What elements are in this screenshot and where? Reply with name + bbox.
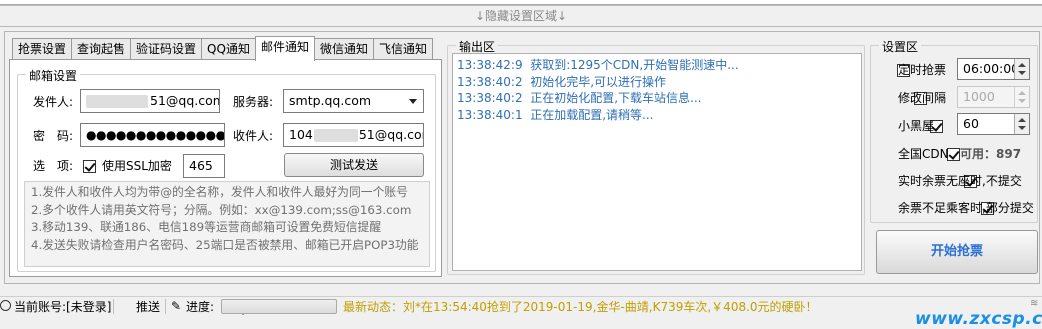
cdn-checkbox[interactable] xyxy=(947,148,961,161)
push-label[interactable]: 推送 xyxy=(136,299,160,315)
sender-label: 发件人: xyxy=(33,95,74,109)
test-send-button[interactable]: 测试发送 xyxy=(284,153,424,177)
signal-icon: ≋ xyxy=(1030,298,1039,309)
progress-bar xyxy=(221,299,337,314)
options-label: 选 项: xyxy=(33,159,74,173)
cdn-available: 可用：897 xyxy=(960,147,1022,161)
receiver-field[interactable]: 10451@qq.com xyxy=(283,123,424,147)
tab-qq-notify[interactable]: QQ通知 xyxy=(201,38,256,60)
settings-title: 设置区 xyxy=(879,38,922,55)
realtime-label: 实时余票无座时,不提交 xyxy=(898,174,1022,188)
hide-settings-toggle[interactable]: ↓隐藏设置区域↓ xyxy=(0,5,1042,27)
site-watermark: www.zxcsp.cn xyxy=(915,309,1042,329)
log-line: 13:38:40:2 初始化完毕,可以进行操作 xyxy=(457,74,667,89)
redacted-mask xyxy=(86,95,148,108)
note-line: 1.发件人和收件人均为带@的全名称，发件人和收件人最好为同一个账号 xyxy=(31,185,408,199)
divider xyxy=(113,299,114,314)
port-field[interactable]: 465 xyxy=(183,154,225,178)
account-status[interactable]: 当前账号:[未登录] xyxy=(14,299,111,315)
pencil-icon: ✎ xyxy=(171,299,182,313)
output-log[interactable]: 13:38:42:9 获取到:1295个CDN,开始智能测速中... 13:38… xyxy=(452,53,862,271)
mail-help-notes: 1.发件人和收件人均为带@的全名称，发件人和收件人最好为同一个账号 2.多个收件… xyxy=(24,181,430,267)
redacted-mask xyxy=(313,129,358,142)
divider xyxy=(165,299,166,314)
log-line: 13:38:40:1 正在加载配置,请稍等... xyxy=(457,107,654,122)
interval-spinner[interactable] xyxy=(1014,87,1029,107)
tab-email-notify[interactable]: 邮件通知 xyxy=(254,36,315,61)
tab-strip: 抢票设置 查询起售 验证码设置 QQ通知 邮件通知 微信通知 飞信通知 xyxy=(12,36,433,61)
password-field[interactable]: ●●●●●●●●●●●●●●●● xyxy=(80,123,225,147)
blackroom-spinner[interactable] xyxy=(1014,114,1029,134)
latest-news: 最新动态：刘*在13:54:40抢到了2019-01-19,金华-曲靖,K739… xyxy=(343,300,818,314)
tab-ticket-settings[interactable]: 抢票设置 xyxy=(12,38,73,60)
tab-captcha-settings[interactable]: 验证码设置 xyxy=(130,38,203,60)
interval-label: 修改间隔 xyxy=(898,91,947,105)
tab-wechat-notify[interactable]: 微信通知 xyxy=(313,38,374,60)
chevron-down-icon xyxy=(409,99,417,104)
server-label: 服务器: xyxy=(233,95,274,109)
account-info-icon xyxy=(0,300,11,311)
note-line: 3.移动139、联通186、电信189等运营商邮箱可设置免费短信提醒 xyxy=(31,220,382,234)
partial-submit-label: 余票不足乘客时,部分提交 xyxy=(898,201,1034,215)
blackroom-field[interactable]: 60 xyxy=(957,113,1030,135)
sender-field[interactable]: 51@qq.com xyxy=(80,89,220,113)
timed-label: 定时抢票 xyxy=(898,63,947,77)
ssl-checkbox[interactable] xyxy=(83,160,96,173)
mail-settings-title: 邮箱设置 xyxy=(26,67,81,84)
note-line: 4.发送失败请检查用户名密码、25端口是否被禁用、邮箱已开启POP3功能 xyxy=(31,237,419,252)
log-line: 13:38:40:2 正在初始化配置,下载车站信息... xyxy=(457,91,702,105)
progress-label: 进度: xyxy=(186,300,215,314)
blackroom-label: 小黑屋 xyxy=(898,119,935,133)
password-label: 密 码: xyxy=(33,129,74,143)
ssl-label: 使用SSL加密 xyxy=(102,159,172,173)
note-line: 2.多个收件人请用英文符号；分隔。例如：xx@139.com;ss@163.co… xyxy=(31,202,412,217)
interval-field[interactable]: 1000 xyxy=(957,86,1030,108)
time-spinner[interactable] xyxy=(1014,59,1029,79)
start-grab-button[interactable]: 开始抢票 xyxy=(876,230,1038,274)
tab-fetion-notify[interactable]: 飞信通知 xyxy=(372,38,433,60)
log-line: 13:38:42:9 获取到:1295个CDN,开始智能测速中... xyxy=(457,58,739,72)
timed-time-field[interactable]: 06:00:00 xyxy=(957,58,1030,80)
tab-query-sale[interactable]: 查询起售 xyxy=(71,38,132,60)
cdn-label: 全国CDN xyxy=(898,147,949,161)
server-select[interactable]: smtp.qq.com xyxy=(283,89,424,113)
receiver-label: 收件人: xyxy=(233,129,274,143)
